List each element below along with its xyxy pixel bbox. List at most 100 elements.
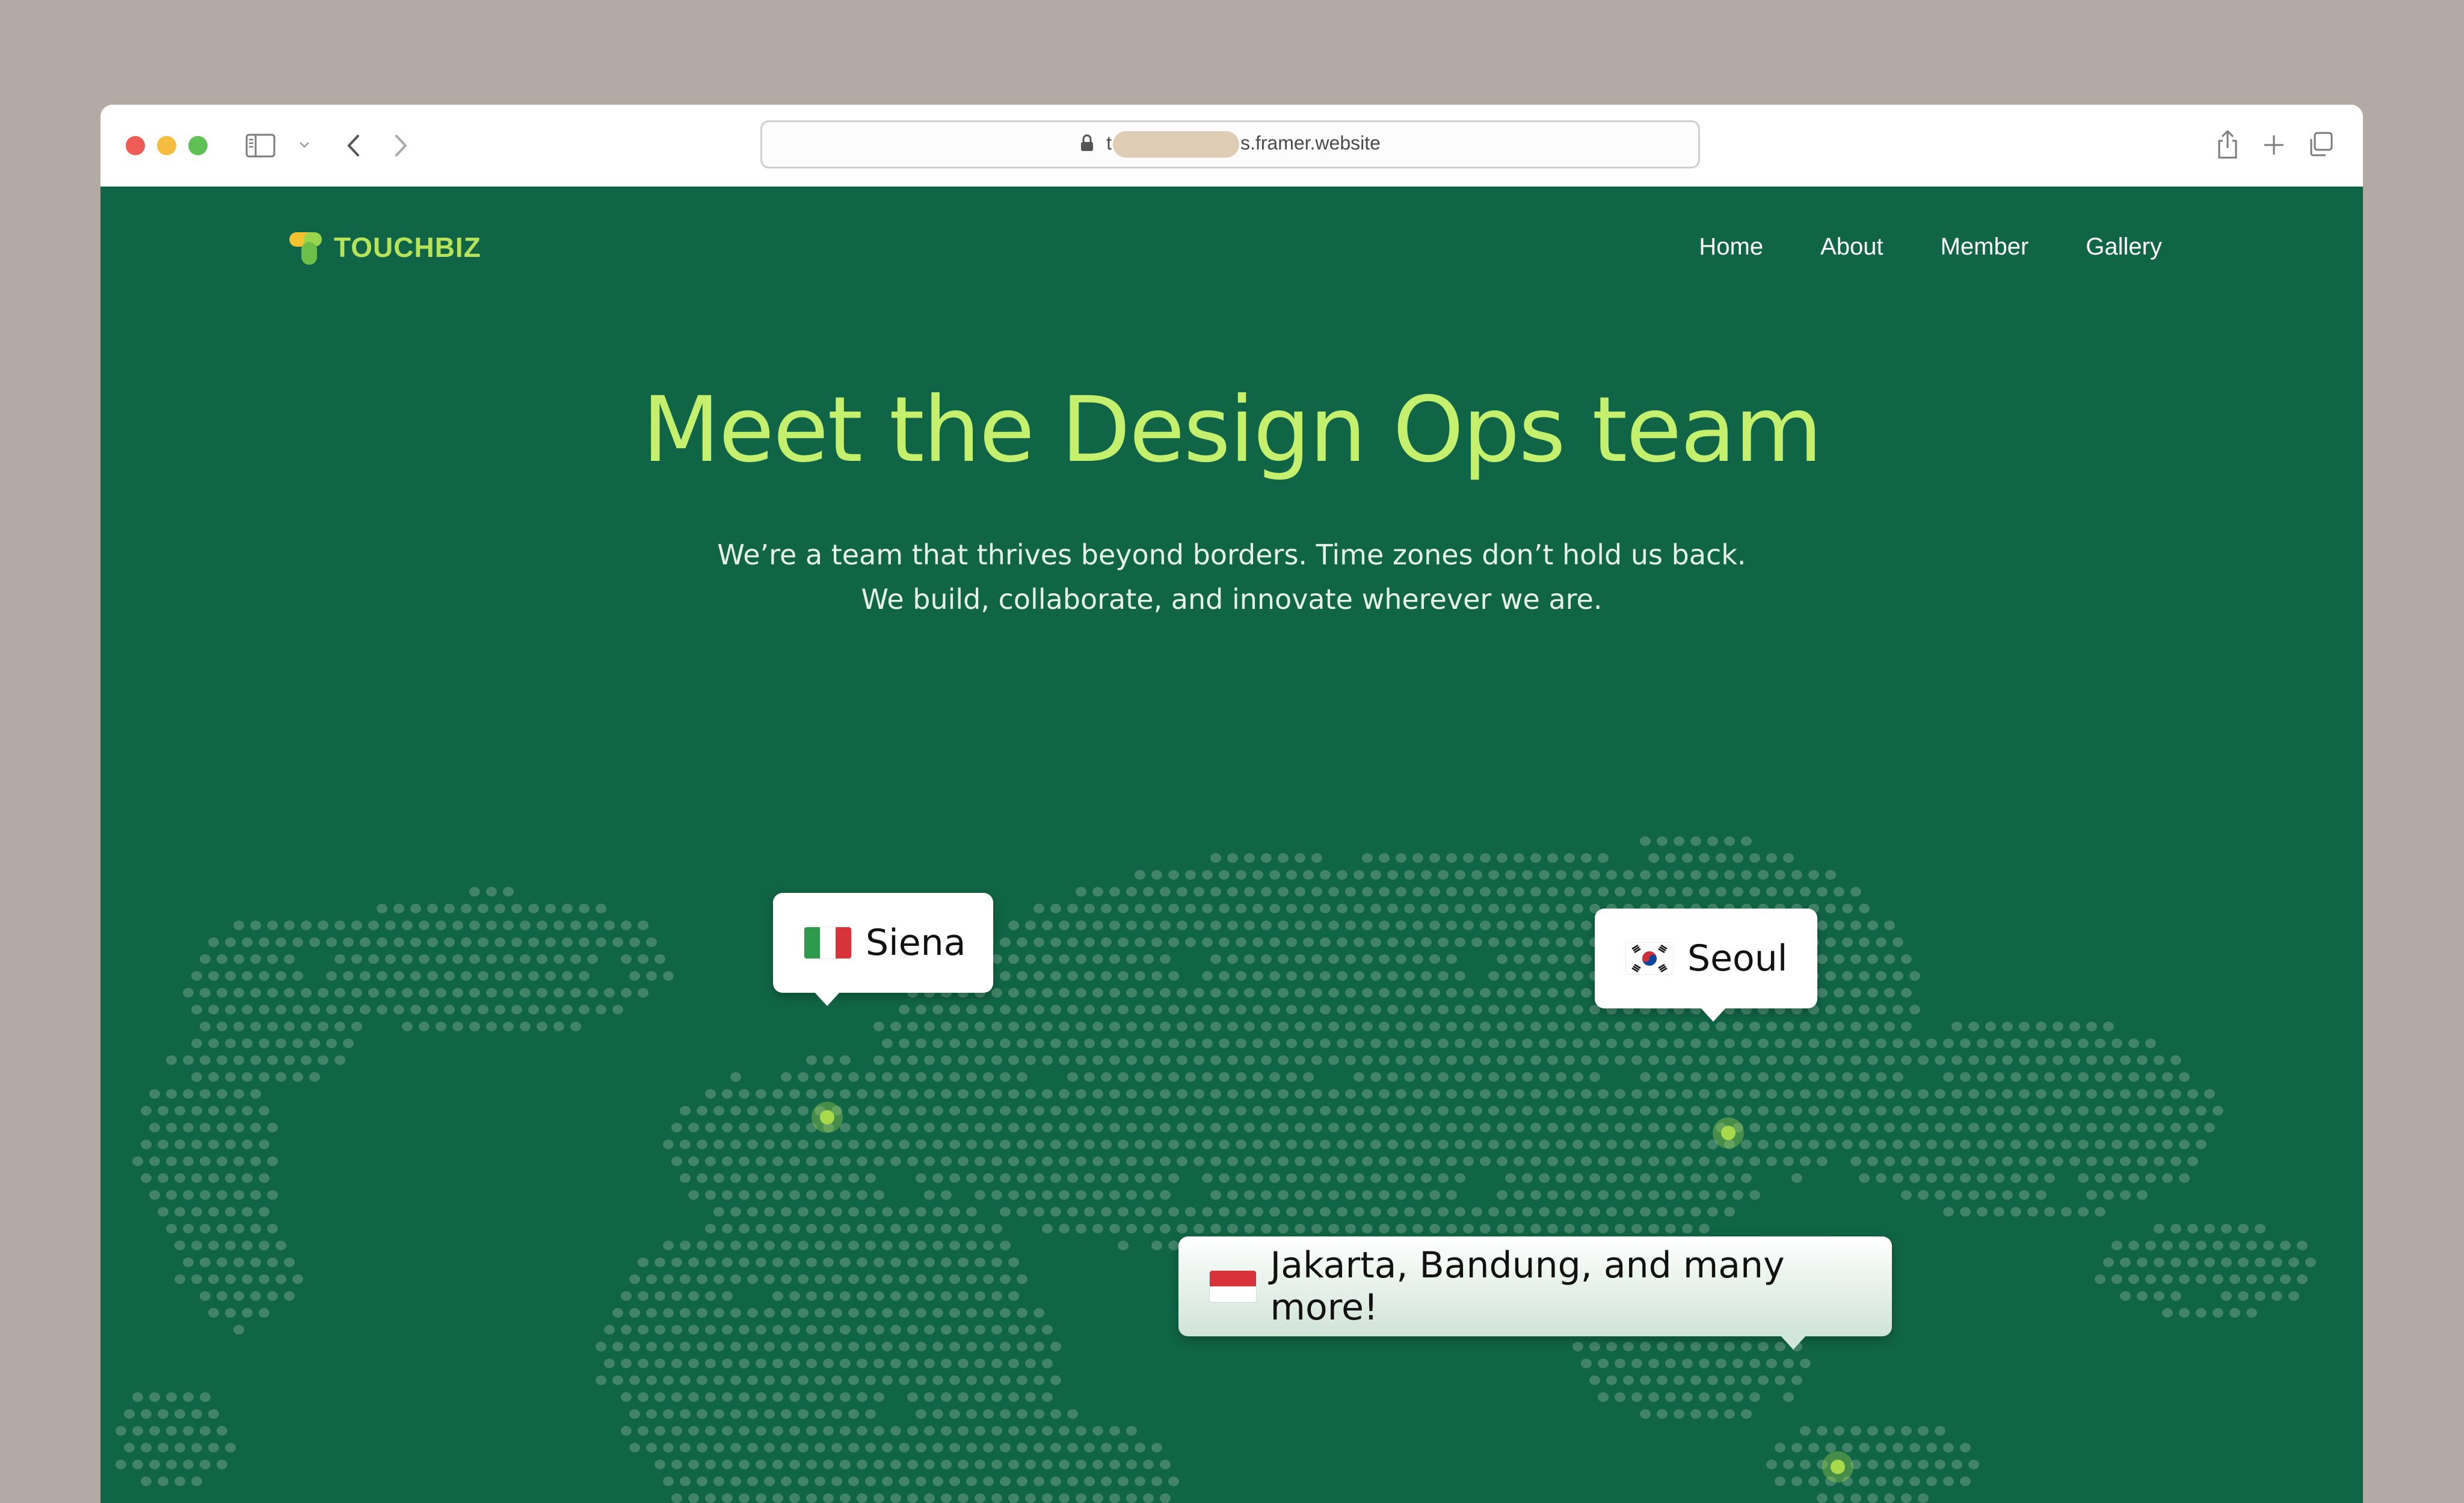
map-dot [857, 1426, 867, 1436]
map-dot [1135, 1443, 1145, 1452]
map-dot [739, 1325, 750, 1335]
new-tab-icon[interactable] [2260, 131, 2288, 159]
map-dot [772, 1325, 783, 1335]
map-dot [1918, 1055, 1929, 1065]
map-dot [713, 1140, 724, 1149]
minimize-window-button[interactable] [157, 136, 176, 155]
map-dot [1118, 937, 1129, 947]
map-dot [941, 1055, 952, 1065]
map-dot [1177, 921, 1187, 930]
tab-overview-icon[interactable] [2305, 129, 2336, 160]
map-dot [1539, 1072, 1550, 1082]
map-dot [436, 1022, 446, 1031]
map-dot [1050, 937, 1061, 947]
map-dot [2086, 1123, 2097, 1132]
map-dot [1370, 1207, 1381, 1217]
location-bubble-jakarta[interactable]: Jakarta, Bandung, and many more! [1178, 1236, 1892, 1350]
map-dot [873, 1123, 884, 1132]
map-dot [2272, 1258, 2282, 1267]
map-dot [713, 1308, 724, 1318]
map-dot [1741, 836, 1752, 846]
close-window-button[interactable] [126, 136, 145, 155]
map-dot [1505, 1072, 1516, 1082]
map-dot [671, 1258, 682, 1267]
map-dot [1648, 1190, 1659, 1200]
map-dot [1194, 887, 1204, 897]
map-dot [890, 1022, 901, 1031]
map-dot [233, 1224, 244, 1233]
map-dot [1033, 1140, 1044, 1149]
map-dot [461, 904, 472, 913]
map-dot [2019, 1022, 2030, 1031]
map-dot [621, 1359, 632, 1368]
touchbiz-logo[interactable]: TOUCHBIZ [288, 227, 481, 267]
map-dot [2162, 1173, 2173, 1183]
map-dot [722, 1224, 733, 1233]
nav-home[interactable]: Home [1699, 233, 1763, 261]
map-dot [1530, 1089, 1541, 1099]
map-dot [1404, 870, 1415, 880]
map-dot [1008, 1426, 1019, 1436]
map-dot [1387, 1106, 1398, 1116]
share-icon[interactable] [2213, 126, 2242, 162]
map-dot [1825, 937, 1836, 947]
map-dot [1497, 1224, 1508, 1233]
map-dot [1286, 937, 1297, 947]
map-dot [1404, 1106, 1415, 1116]
location-bubble-seoul[interactable]: Seoul [1595, 909, 1817, 1022]
forward-icon[interactable] [389, 131, 413, 160]
map-dot [697, 1342, 707, 1351]
map-dot [1665, 1089, 1676, 1099]
map-dot [1160, 1224, 1171, 1233]
map-dot [865, 1443, 876, 1452]
map-dot [1547, 1190, 1558, 1200]
map-dot [1682, 1392, 1693, 1402]
zoom-window-button[interactable] [188, 136, 208, 155]
location-bubble-siena[interactable]: Siena [773, 893, 993, 1006]
map-dot [334, 988, 345, 998]
chevron-down-icon[interactable] [295, 136, 313, 154]
map-dot [890, 1460, 901, 1469]
map-dot [436, 988, 446, 998]
back-icon[interactable] [341, 131, 365, 160]
map-dot [1741, 1342, 1752, 1351]
map-dot [1834, 954, 1844, 964]
map-dot [1194, 1156, 1204, 1166]
nav-member[interactable]: Member [1941, 233, 2029, 261]
map-dot [1985, 1055, 1996, 1065]
map-dot [764, 1308, 775, 1318]
map-dot [831, 1308, 842, 1318]
address-bar[interactable]: t s.framer.website [760, 120, 1700, 168]
map-dot [1749, 1055, 1760, 1065]
map-dot [1286, 1072, 1297, 1082]
map-dot [436, 954, 446, 964]
map-dot [1059, 1460, 1070, 1469]
map-dot [166, 1055, 177, 1065]
map-dot [1640, 1039, 1651, 1048]
map-dot [932, 1443, 943, 1452]
map-dot [377, 937, 387, 947]
map-dot [1227, 1224, 1238, 1233]
map-dot [1295, 1055, 1305, 1065]
nav-gallery[interactable]: Gallery [2086, 233, 2162, 261]
map-dot [789, 1392, 800, 1402]
map-dot [924, 1089, 935, 1099]
map-dot [873, 1493, 884, 1503]
sidebar-toggle-icon[interactable] [244, 131, 277, 160]
map-dot [1109, 887, 1120, 897]
map-dot [857, 1156, 867, 1166]
map-dot [1059, 1055, 1070, 1065]
map-dot [1455, 1140, 1465, 1149]
map-dot [1791, 1140, 1802, 1149]
map-dot [1261, 921, 1272, 930]
map-dot [739, 1089, 750, 1099]
main-nav: Home About Member Gallery [1699, 233, 2162, 261]
map-dot [983, 1005, 994, 1014]
map-dot [991, 1123, 1002, 1132]
nav-about[interactable]: About [1820, 233, 1883, 261]
map-dot [789, 1123, 800, 1132]
map-dot [1876, 1005, 1886, 1014]
map-dot [1732, 1190, 1743, 1200]
map-dot [1446, 1156, 1457, 1166]
map-dot [1345, 1022, 1356, 1031]
